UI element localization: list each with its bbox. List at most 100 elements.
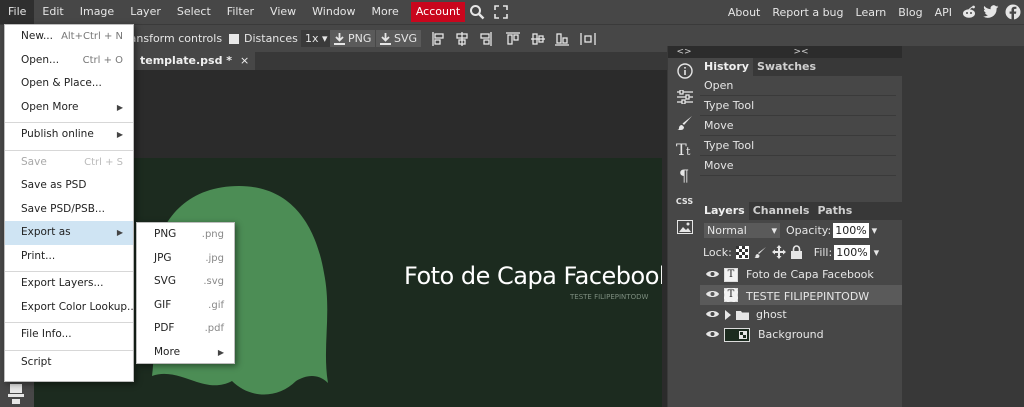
distribute-icon[interactable] [577,29,599,49]
align-top-icon[interactable] [502,29,524,49]
api-link[interactable]: API [929,6,958,19]
menu-layer[interactable]: Layer [122,0,169,24]
cover-subtitle-text[interactable]: TESTE FILIPEPINTODW [570,293,648,301]
tab-channels[interactable]: Channels [749,202,814,220]
stamp-tool-icon[interactable] [7,382,25,404]
panel-icons-column: <> Tt ¶ CSS [667,46,700,407]
menu-item-save-as-psd[interactable]: Save as PSD [5,174,133,198]
paragraph-icon[interactable]: ¶ [668,162,701,188]
adjustments-icon[interactable] [668,84,701,110]
zoom-select[interactable]: 1x ▾ [301,30,332,47]
about-link[interactable]: About [722,6,767,19]
export-gif-item[interactable]: GIF .gif [137,294,234,318]
search-icon[interactable] [465,0,489,24]
image-icon[interactable] [668,214,701,240]
menu-item-file-info[interactable]: File Info... [5,323,133,347]
distances-check-box[interactable] [229,33,239,44]
export-png-button[interactable]: PNG [330,30,376,47]
export-svg-item[interactable]: SVG .svg [137,270,234,294]
layer-row[interactable]: ghost [700,305,902,325]
info-icon[interactable] [668,58,701,84]
twitter-icon[interactable] [980,0,1002,24]
eye-icon[interactable] [706,269,719,279]
align-middle-icon[interactable] [527,29,549,49]
collapse-right-icon[interactable]: >< [700,46,902,58]
align-right-icon[interactable] [474,29,496,49]
menu-item-label: GIF [154,298,172,311]
menu-edit[interactable]: Edit [34,0,71,24]
opacity-input[interactable]: 100% [833,223,869,238]
character-icon[interactable]: Tt [668,136,701,162]
menu-item-script[interactable]: Script [5,351,133,375]
menu-item-open-more[interactable]: Open More ▶ [5,96,133,120]
expand-arrow-icon[interactable] [725,310,731,320]
menu-item-export-as[interactable]: Export as ▶ [5,221,133,245]
layer-row-selected[interactable]: T TESTE FILIPEPINTODW [700,285,902,305]
menu-item-label: File Info... [21,328,72,340]
menu-item-save-psd-psb[interactable]: Save PSD/PSB... [5,198,133,222]
distances-checkbox[interactable]: Distances [229,32,298,45]
tab-swatches[interactable]: Swatches [753,58,820,76]
menu-item-export-layers[interactable]: Export Layers... [5,272,133,296]
lock-all-icon[interactable] [790,245,802,259]
lock-pixels-icon[interactable] [753,246,767,259]
menu-item-new[interactable]: New... Alt+Ctrl + N [5,25,133,49]
menu-filter[interactable]: Filter [219,0,262,24]
menu-select[interactable]: Select [169,0,219,24]
layers-panel-tabs: Layers Channels Paths [700,202,902,220]
menu-item-open-place[interactable]: Open & Place... [5,72,133,96]
menu-window[interactable]: Window [304,0,363,24]
align-bottom-icon[interactable] [551,29,573,49]
eye-icon[interactable] [706,289,719,299]
cover-title-text[interactable]: Foto de Capa Facebook [404,262,662,290]
menu-item-print[interactable]: Print... [5,245,133,269]
lock-position-icon[interactable] [771,245,786,259]
layer-row[interactable]: T Foto de Capa Facebook [700,265,902,285]
report-bug-link[interactable]: Report a bug [766,6,849,19]
menu-image[interactable]: Image [72,0,122,24]
history-item[interactable]: Type Tool [700,96,896,116]
brush-icon[interactable] [668,110,701,136]
learn-link[interactable]: Learn [850,6,893,19]
lock-transparency-icon[interactable] [735,245,749,259]
blog-link[interactable]: Blog [892,6,928,19]
opacity-dropdown-icon[interactable]: ▾ [872,224,878,237]
export-svg-button[interactable]: SVG [376,30,422,47]
history-item[interactable]: Move [700,116,896,136]
history-item[interactable]: Open [700,76,896,96]
layer-row[interactable]: Background [700,325,902,345]
fill-input[interactable]: 100% [834,244,870,260]
menu-view[interactable]: View [262,0,304,24]
account-button[interactable]: Account [410,2,466,22]
facebook-icon[interactable] [1002,0,1024,24]
collapse-left-icon[interactable]: <> [668,46,700,58]
align-center-icon[interactable] [451,29,473,49]
fill-dropdown-icon[interactable]: ▾ [874,246,880,259]
align-left-icon[interactable] [428,29,450,49]
tab-paths[interactable]: Paths [813,202,856,220]
eye-icon[interactable] [706,329,719,339]
eye-icon[interactable] [706,309,719,319]
export-pdf-item[interactable]: PDF .pdf [137,317,234,341]
history-item[interactable]: Type Tool [700,136,896,156]
menu-item-label: Open More [21,100,79,113]
menu-item-export-color-lookup[interactable]: Export Color Lookup... [5,296,137,320]
tab-layers[interactable]: Layers [700,202,749,220]
transform-controls-label[interactable]: Transform controls [120,32,222,45]
menu-file[interactable]: File [0,0,35,24]
css-icon[interactable]: CSS [668,188,701,214]
export-more-item[interactable]: More ▶ [137,341,234,365]
export-png-item[interactable]: PNG .png [137,223,234,247]
document-tab[interactable]: template.psd * × [134,52,256,70]
fullscreen-icon[interactable] [489,0,513,24]
menu-item-open[interactable]: Open... Ctrl + O [5,49,133,73]
close-tab-icon[interactable]: × [240,54,249,67]
menu-item-label: PNG [154,228,177,240]
menu-item-publish-online[interactable]: Publish online ▶ [5,123,133,147]
export-jpg-item[interactable]: JPG .jpg [137,247,234,271]
tab-history[interactable]: History [700,58,753,76]
menu-more[interactable]: More [364,0,407,24]
reddit-icon[interactable] [958,0,980,24]
blend-mode-select[interactable]: Normal ▾ [704,223,780,238]
history-item[interactable]: Move [700,156,896,176]
